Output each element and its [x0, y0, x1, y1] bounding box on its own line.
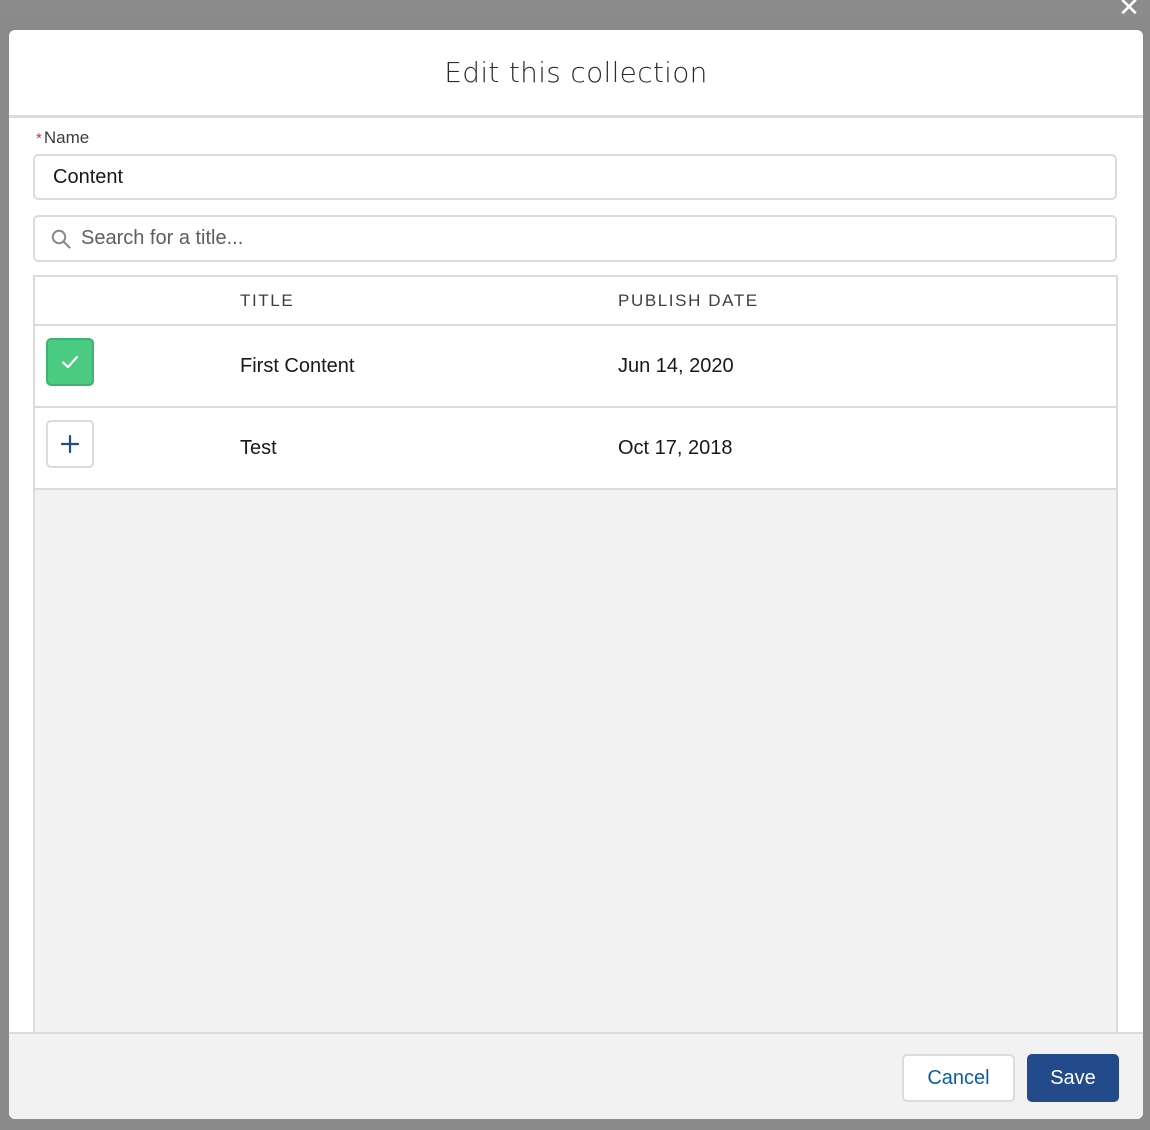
- save-button[interactable]: Save: [1027, 1054, 1119, 1102]
- search-icon: [51, 229, 71, 249]
- cancel-button[interactable]: Cancel: [902, 1054, 1015, 1102]
- selected-toggle-button[interactable]: [46, 338, 94, 386]
- row-title: Test: [240, 437, 277, 459]
- edit-collection-modal: Edit this collection *Name TITLE PUBLISH…: [9, 30, 1143, 1119]
- modal-body: *Name TITLE PUBLISH DATE First Content: [9, 118, 1143, 1035]
- required-marker: *: [36, 130, 42, 147]
- modal-title: Edit this collection: [444, 55, 708, 89]
- name-input[interactable]: [33, 154, 1117, 200]
- check-icon: [61, 355, 79, 369]
- search-box: [33, 215, 1117, 262]
- name-label-text: Name: [43, 128, 90, 147]
- add-item-button[interactable]: [46, 420, 94, 468]
- modal-footer: Cancel Save: [9, 1032, 1143, 1119]
- backdrop: [0, 0, 1150, 16]
- row-publish-date: Jun 14, 2020: [618, 355, 734, 377]
- table-header: TITLE PUBLISH DATE: [35, 277, 1116, 326]
- table-row: First Content Jun 14, 2020: [35, 326, 1116, 408]
- column-header-publish-date: PUBLISH DATE: [618, 291, 759, 310]
- row-publish-date: Oct 17, 2018: [618, 437, 733, 459]
- name-label: * Name: [36, 128, 89, 148]
- plus-icon: [60, 434, 80, 454]
- content-table: TITLE PUBLISH DATE First Content Jun 14,…: [33, 275, 1118, 1035]
- table-row: Test Oct 17, 2018: [35, 408, 1116, 490]
- close-icon[interactable]: ✕: [1118, 0, 1140, 20]
- modal-header: Edit this collection: [9, 30, 1143, 118]
- column-header-title: TITLE: [240, 291, 295, 310]
- search-input[interactable]: [81, 217, 1101, 260]
- row-title: First Content: [240, 355, 355, 377]
